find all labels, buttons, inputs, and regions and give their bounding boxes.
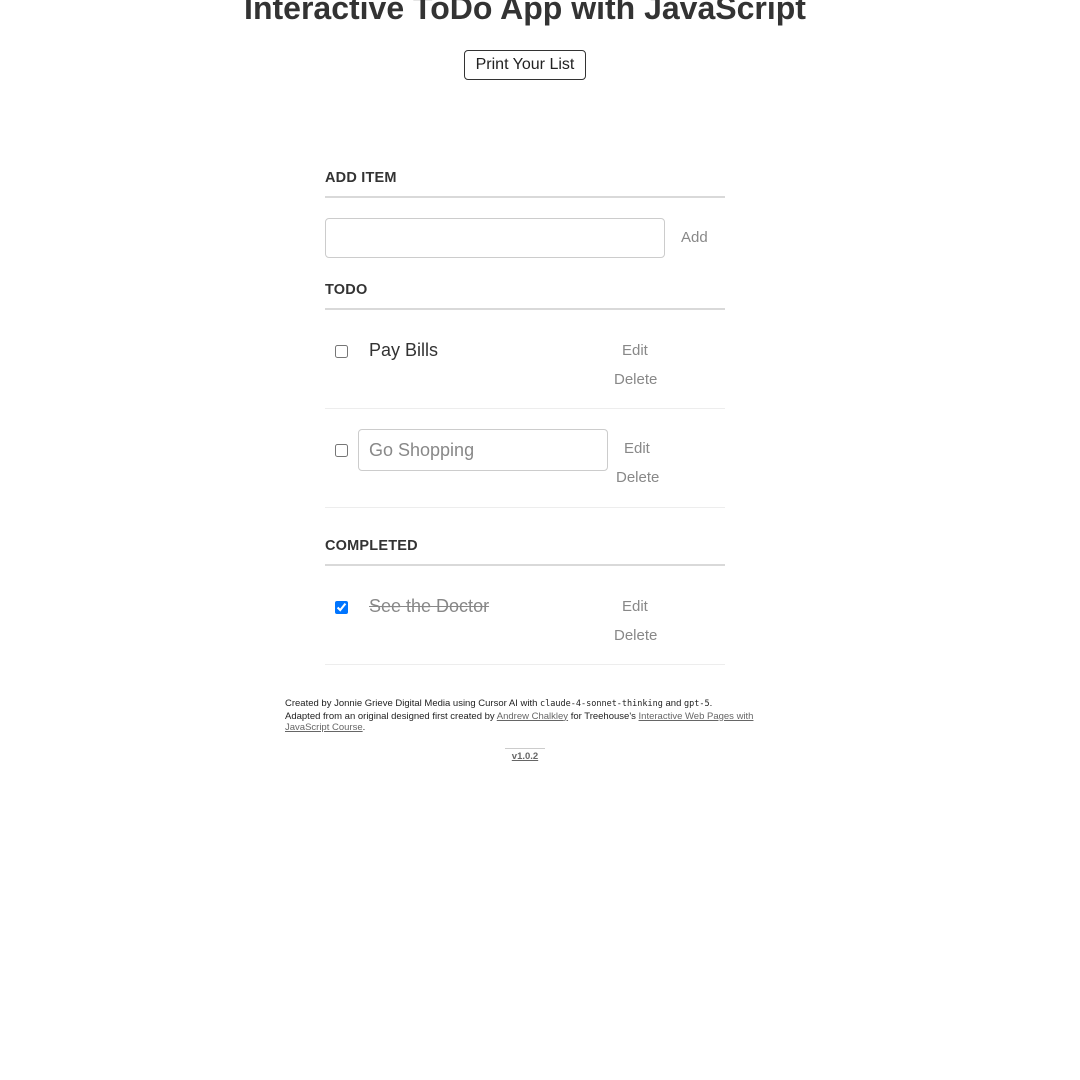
task-checkbox[interactable]: [335, 345, 348, 358]
footer-text: .: [709, 698, 713, 709]
edit-button[interactable]: Edit: [622, 342, 648, 359]
edit-button[interactable]: Edit: [624, 440, 650, 457]
completed-heading: COMPLETED: [325, 538, 725, 566]
add-item-heading: ADD ITEM: [325, 170, 725, 198]
version-badge: v1.0.2: [505, 748, 545, 762]
task-item-see-the-doctor: See the Doctor Edit Delete: [325, 566, 725, 665]
task-item-go-shopping: Edit Delete: [325, 409, 725, 508]
edit-button[interactable]: Edit: [622, 598, 648, 615]
footer-text: .: [362, 722, 366, 733]
delete-button[interactable]: Delete: [614, 627, 657, 644]
add-button[interactable]: Add: [681, 229, 708, 246]
footer-line-1: Created by Jonnie Grieve Digital Media u…: [285, 698, 765, 711]
todo-app: ADD ITEM Add TODO Pay Bills Edit Delete …: [325, 170, 725, 665]
author-link[interactable]: Andrew Chalkley: [497, 711, 568, 722]
add-item-row: Add: [325, 198, 725, 282]
task-label: Pay Bills: [369, 340, 439, 360]
completed-tasks-list: See the Doctor Edit Delete: [325, 566, 725, 665]
task-checkbox[interactable]: [335, 444, 348, 457]
new-task-input[interactable]: [325, 218, 665, 258]
completed-section: COMPLETED See the Doctor Edit Delete: [325, 538, 725, 665]
delete-button[interactable]: Delete: [614, 371, 657, 388]
footer-credits: Created by Jonnie Grieve Digital Media u…: [285, 698, 765, 734]
task-item-pay-bills: Pay Bills Edit Delete: [325, 310, 725, 409]
model-name: gpt-5: [684, 699, 710, 709]
task-label: See the Doctor: [369, 596, 490, 616]
task-checkbox[interactable]: [335, 601, 348, 614]
todo-heading: TODO: [325, 282, 725, 310]
footer-text: Created by Jonnie Grieve Digital Media u…: [285, 698, 541, 709]
footer-text: for Treehouse's: [568, 710, 639, 722]
footer-line-2: Adapted from an original designed first …: [285, 711, 765, 734]
model-name: claude-4-sonnet-thinking: [540, 699, 663, 709]
print-list-button[interactable]: Print Your List: [464, 50, 586, 80]
task-edit-input[interactable]: [358, 429, 608, 471]
delete-button[interactable]: Delete: [616, 469, 659, 486]
incomplete-tasks-list: Pay Bills Edit Delete Edit Delete: [325, 310, 725, 508]
page-title: Interactive ToDo App with JavaScript: [244, 0, 806, 26]
footer-text: and: [662, 698, 685, 709]
footer-text: Adapted from an original designed first …: [285, 710, 497, 722]
